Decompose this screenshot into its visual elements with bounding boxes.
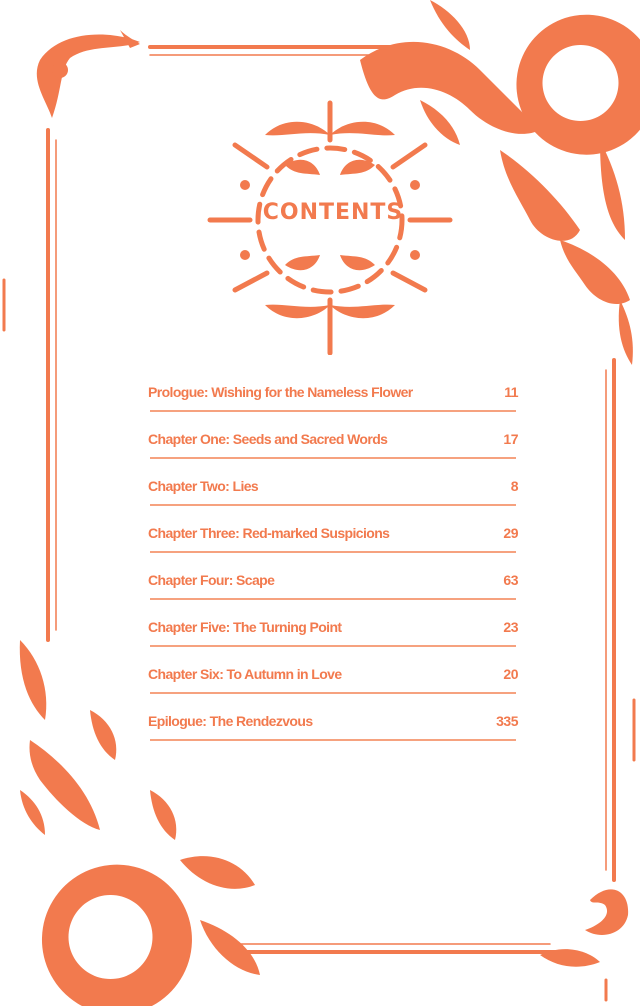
toc-entry-page: 29 bbox=[503, 525, 518, 541]
divider bbox=[150, 739, 516, 741]
divider bbox=[150, 551, 516, 553]
toc-entry-title: Chapter Five: The Turning Point bbox=[148, 619, 342, 635]
toc-entry-page: 11 bbox=[504, 384, 518, 400]
divider bbox=[150, 692, 516, 694]
toc-entry[interactable]: Prologue: Wishing for the Nameless Flowe… bbox=[148, 376, 518, 423]
book-page: CONTENTS Prologue: Wishing for the Namel… bbox=[0, 0, 640, 1006]
bottom-right-flourish bbox=[540, 889, 629, 967]
divider bbox=[150, 504, 516, 506]
toc-entry[interactable]: Chapter Five: The Turning Point 23 bbox=[148, 611, 518, 658]
toc-entry-page: 23 bbox=[503, 619, 518, 635]
toc-entry-title: Chapter Six: To Autumn in Love bbox=[148, 666, 342, 682]
toc-entry[interactable]: Chapter Two: Lies 8 bbox=[148, 470, 519, 517]
toc-entry-title: Epilogue: The Rendezvous bbox=[148, 713, 313, 729]
contents-emblem bbox=[207, 100, 453, 355]
divider bbox=[150, 645, 516, 647]
toc-entry[interactable]: Chapter Six: To Autumn in Love 20 bbox=[148, 658, 518, 705]
toc-entry-title: Chapter One: Seeds and Sacred Words bbox=[148, 431, 388, 447]
divider bbox=[150, 410, 516, 412]
toc-entry-page: 20 bbox=[503, 666, 518, 682]
toc-entry[interactable]: Epilogue: The Rendezvous 335 bbox=[148, 705, 518, 752]
toc-entry-page: 8 bbox=[510, 478, 519, 494]
toc-entry[interactable]: Chapter One: Seeds and Sacred Words 17 bbox=[148, 423, 518, 470]
toc-entry-title: Chapter Four: Scape bbox=[148, 572, 275, 588]
toc-entry-page: 17 bbox=[503, 431, 518, 447]
contents-heading: CONTENTS bbox=[262, 200, 404, 225]
toc-entry-title: Chapter Two: Lies bbox=[148, 478, 259, 494]
toc-entry-title: Chapter Three: Red-marked Suspicions bbox=[148, 525, 390, 541]
toc-entry-page: 63 bbox=[503, 572, 518, 588]
top-left-flourish bbox=[36, 30, 140, 118]
toc-entry[interactable]: Chapter Four: Scape 63 bbox=[148, 564, 518, 611]
divider bbox=[150, 598, 516, 600]
toc-entry[interactable]: Chapter Three: Red-marked Suspicions 29 bbox=[148, 517, 518, 564]
toc-entry-title: Prologue: Wishing for the Nameless Flowe… bbox=[148, 384, 413, 400]
table-of-contents: Prologue: Wishing for the Nameless Flowe… bbox=[148, 376, 519, 752]
divider bbox=[150, 457, 516, 459]
toc-entry-page: 335 bbox=[496, 713, 518, 729]
